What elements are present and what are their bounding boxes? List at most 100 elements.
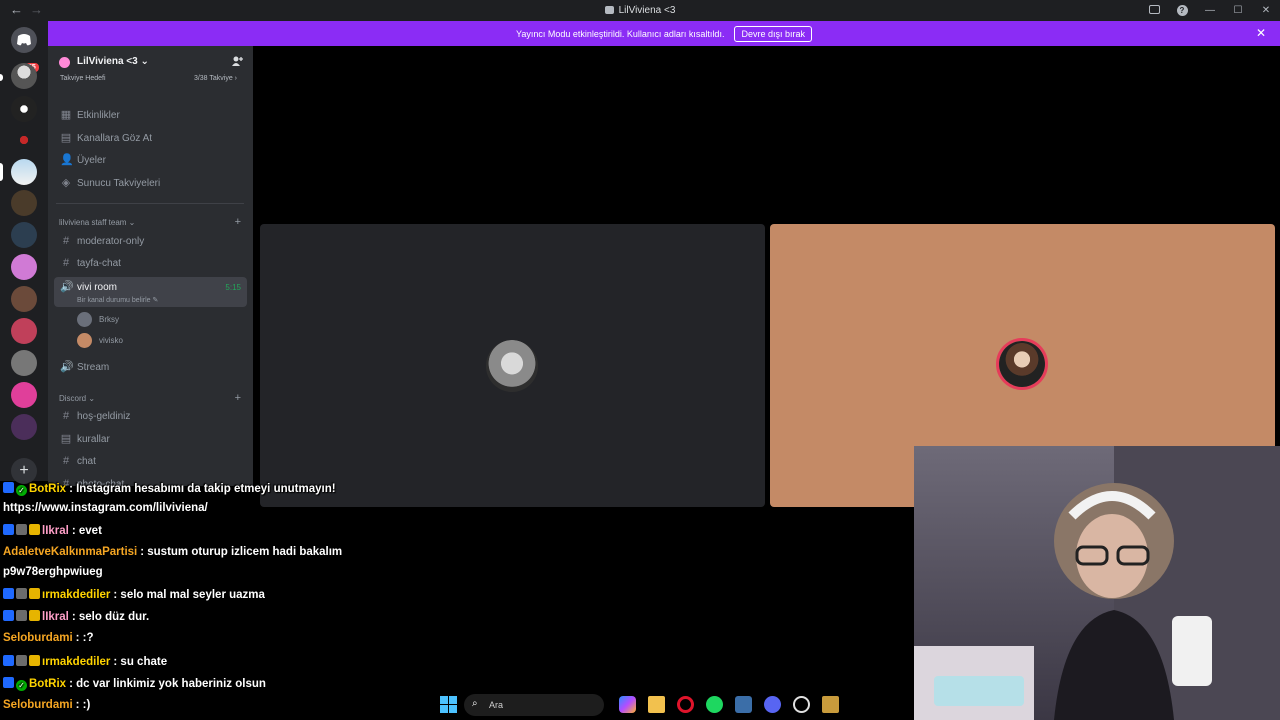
windows-start-icon[interactable] [440,696,457,713]
rules-icon: ▤ [60,433,72,445]
channel-moderator-only[interactable]: # moderator-only [54,231,247,253]
chat-message: lIkral: selo düz dur. [3,610,149,623]
app-icon[interactable] [735,696,752,713]
avatar [486,340,538,392]
server-icon[interactable] [11,286,37,312]
server-header[interactable]: LilViviena <3 ⌄ [48,46,253,78]
verified-badge-icon: ✓ [16,485,27,496]
discord-window-icon [604,6,614,14]
chat-message: ırmakdediler: selo mal mal seyler uazma [3,588,265,601]
opera-gx-icon[interactable] [677,696,694,713]
browse-channels-icon: ▤ [60,132,72,144]
boost-goal-bar[interactable]: Takviye Hedefi 3/38 Takviye › [56,75,243,87]
chat-username: Seloburdami [3,699,73,711]
create-channel-icon[interactable]: + [235,392,241,404]
chat-message: https://www.instagram.com/lilviviena/ [3,502,208,514]
channel-sidebar: LilViviena <3 ⌄ Takviye Hedefi 3/38 Takv… [48,46,253,486]
avatar [996,338,1048,390]
prime-badge-icon [3,677,14,688]
taskbar-search-input[interactable]: ⌕ Ara [464,694,604,716]
server-icon[interactable] [11,414,37,440]
add-server-button[interactable]: + [11,458,37,484]
server-icon-lilviviena[interactable] [11,159,37,185]
discord-icon[interactable] [764,696,781,713]
server-icon[interactable] [11,190,37,216]
direct-messages-button[interactable] [11,27,37,53]
calendar-icon: ▦ [60,109,72,121]
spotify-icon[interactable] [706,696,723,713]
boost-icon: ◈ [61,177,71,189]
prime-badge-icon [3,482,14,493]
invite-people-icon[interactable] [231,55,243,70]
voice-channel-vivi-room[interactable]: 🔊 vivi room Bir kanal durumu belirle ✎ 5… [54,277,247,307]
streamer-mode-banner: Yayıncı Modu etkinleştirildi. Kullanıcı … [48,21,1280,46]
window-titlebar: ← → LilViviena <3 ? — ☐ ✕ [0,0,1280,21]
voice-tile-brksy[interactable] [260,224,765,507]
channel-label: Stream [77,362,110,373]
chat-username: BotRix [29,483,67,495]
search-icon: ⌕ [472,698,478,709]
chat-text: : sustum oturup izlicem hadi bakalım [140,546,343,558]
window-title: LilViviena <3 [0,5,1280,16]
channel-tayfa-chat[interactable]: # tayfa-chat [54,253,247,275]
channel-status[interactable]: Bir kanal durumu belirle ✎ [77,296,158,304]
close-icon[interactable]: ✕ [1256,26,1266,40]
chat-text: : selo mal mal seyler uazma [113,589,265,601]
banner-text: Yayıncı Modu etkinleştirildi. Kullanıcı … [516,28,725,39]
file-explorer-icon[interactable] [648,696,665,713]
server-icon[interactable] [11,63,37,89]
nav-label: Kanallara Göz At [77,133,153,144]
chat-username: AdaletveKalkınmaPartisi [3,546,138,558]
server-icon[interactable] [11,382,37,408]
server-icon[interactable] [11,96,37,122]
copilot-icon[interactable] [619,696,636,713]
speaker-icon: 🔊 [60,281,74,293]
disable-streamer-mode-button[interactable]: Devre dışı bırak [734,25,812,42]
webcam-overlay [914,446,1280,720]
boost-goal-count: 3/38 Takviye › [193,75,237,82]
maximize-button[interactable]: ☐ [1224,5,1252,16]
window-title-text: LilViviena <3 [618,5,676,16]
verified-badge-icon: ✓ [16,680,27,691]
help-icon[interactable]: ? [1168,5,1196,16]
channel-label: hoş-geldiniz [77,411,131,422]
channel-hos-geldiniz[interactable]: # hoş-geldiniz [54,406,247,428]
create-channel-icon[interactable]: + [235,216,241,228]
nav-server-boosts[interactable]: ◈ Sunucu Takviyeleri [54,173,247,195]
channel-label: chat [77,456,96,467]
voice-channel-stream[interactable]: 🔊 Stream [54,357,247,379]
obs-icon[interactable] [793,696,810,713]
server-icon[interactable] [11,318,37,344]
channel-chat[interactable]: # chat [54,451,247,473]
category-discord[interactable]: Discord ⌄ [59,394,95,403]
server-icon[interactable] [11,350,37,376]
channel-label: tayfa-chat [77,258,121,269]
prime-badge-icon [3,610,14,621]
search-placeholder: Ara [489,700,504,710]
inbox-icon[interactable] [1140,4,1168,17]
nav-label: Üyeler [77,155,106,166]
close-window-button[interactable]: ✕ [1252,5,1280,16]
channel-label: kurallar [77,434,110,445]
avatar [77,333,92,348]
prime-badge-icon [3,655,14,666]
nav-label: Sunucu Takviyeleri [77,178,161,189]
chat-text: : selo düz dur. [71,611,150,623]
nav-browse-channels[interactable]: ▤ Kanallara Göz At [54,128,247,150]
minimize-button[interactable]: — [1196,5,1224,16]
gold-badge-icon [29,655,40,666]
nav-events[interactable]: ▦ Etkinlikler [54,105,247,127]
chat-username: lIkral [42,611,69,623]
chat-text: p9w78erghpwiueg [3,566,103,578]
server-icon[interactable] [11,127,37,153]
server-icon[interactable] [11,254,37,280]
server-rail: 55 + [0,21,48,484]
boost-goal-label: Takviye Hedefi [60,75,106,82]
league-client-icon[interactable] [822,696,839,713]
server-icon[interactable] [11,222,37,248]
subscriber-badge-icon [16,610,27,621]
nav-members[interactable]: 👤 Üyeler [54,150,247,172]
webcam-image [914,446,1280,720]
channel-kurallar[interactable]: ▤ kurallar [54,429,247,451]
category-staff-team[interactable]: lilviviena staff team ⌄ [59,218,135,227]
